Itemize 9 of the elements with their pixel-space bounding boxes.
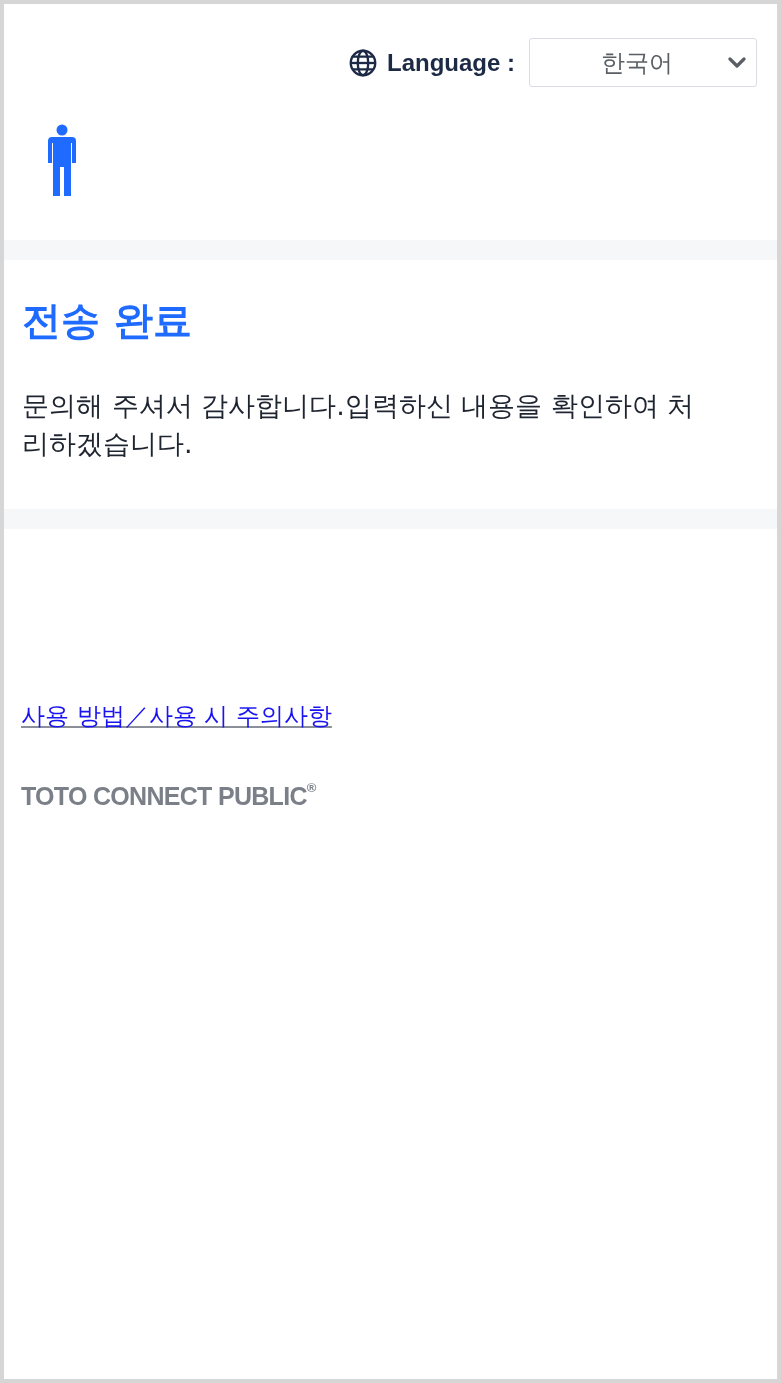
- language-label: Language :: [387, 48, 515, 77]
- usage-notes-link[interactable]: 사용 방법／사용 시 주의사항: [21, 701, 332, 731]
- thank-you-message: 문의해 주셔서 감사합니다.입력하신 내용을 확인하여 처리하겠습니다.: [22, 389, 696, 461]
- person-icon: [46, 124, 78, 196]
- globe-icon: [349, 48, 377, 77]
- language-select[interactable]: 한국어: [529, 38, 757, 87]
- completion-title: 전송 완료: [22, 298, 193, 344]
- chevron-down-icon: [728, 56, 746, 69]
- brand-name: TOTO CONNECT PUBLIC$^{®}$: [21, 781, 317, 811]
